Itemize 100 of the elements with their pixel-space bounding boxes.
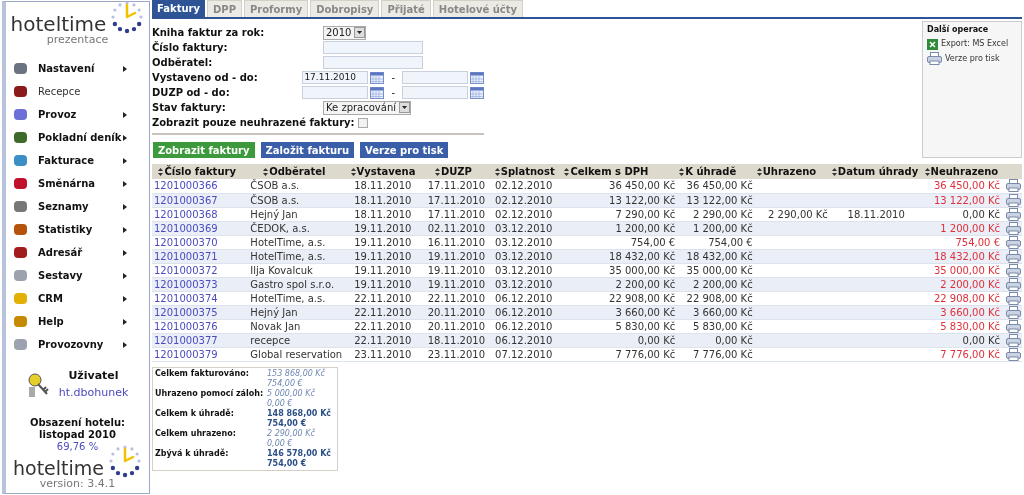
menu-item[interactable]: Help bbox=[6, 310, 149, 333]
sort-icon[interactable] bbox=[350, 168, 356, 176]
column-header[interactable]: Splatnost bbox=[487, 164, 563, 179]
invoice-link[interactable]: 1201000370 bbox=[154, 236, 218, 248]
invoice-link[interactable]: 1201000369 bbox=[154, 222, 218, 234]
sort-icon[interactable] bbox=[831, 168, 837, 176]
table-cell: Hejný Jan bbox=[250, 208, 298, 220]
printer-icon[interactable] bbox=[1006, 179, 1021, 193]
sort-icon[interactable] bbox=[434, 168, 440, 176]
column-header[interactable]: Číslo faktury bbox=[152, 164, 243, 179]
printer-icon[interactable] bbox=[1006, 193, 1021, 207]
invoice-link[interactable]: 1201000367 bbox=[154, 194, 218, 206]
menu-item[interactable]: Nastavení bbox=[6, 57, 149, 80]
table-cell: 13 122,00 Kč bbox=[686, 194, 753, 206]
printer-icon[interactable] bbox=[1006, 207, 1021, 221]
invoice-link[interactable]: 1201000371 bbox=[154, 250, 218, 262]
sort-icon[interactable] bbox=[263, 168, 269, 176]
table-cell: 1 200,00 Kč bbox=[940, 222, 1000, 234]
menu-item[interactable]: Statistiky bbox=[6, 218, 149, 241]
action-button[interactable]: Verze pro tisk bbox=[360, 142, 449, 158]
table-cell: 2 200,00 Kč bbox=[940, 278, 1000, 290]
text-field[interactable] bbox=[323, 56, 423, 69]
date-field[interactable] bbox=[402, 86, 468, 99]
submenu-arrow-icon bbox=[123, 157, 127, 164]
calendar-icon[interactable] bbox=[370, 86, 385, 99]
column-header[interactable]: Datum úhrady bbox=[829, 164, 923, 179]
column-header[interactable]: DUZP bbox=[419, 164, 487, 179]
calendar-icon[interactable] bbox=[370, 71, 385, 84]
column-header[interactable]: Vystavena bbox=[346, 164, 420, 179]
field-label: Odběratel: bbox=[152, 56, 214, 70]
menu-item[interactable]: CRM bbox=[6, 287, 149, 310]
tab[interactable]: Faktury bbox=[152, 0, 205, 17]
invoice-link[interactable]: 1201000377 bbox=[154, 334, 218, 346]
date-field[interactable] bbox=[402, 71, 468, 84]
column-header[interactable]: Celkem s DPH bbox=[562, 164, 678, 179]
sort-icon[interactable] bbox=[924, 168, 930, 176]
printer-icon[interactable] bbox=[927, 52, 942, 65]
printer-icon[interactable] bbox=[1006, 221, 1021, 235]
select-field[interactable]: 2010 bbox=[323, 25, 367, 40]
menu-item[interactable]: Adresář bbox=[6, 241, 149, 264]
menu-item[interactable]: Fakturace bbox=[6, 149, 149, 172]
menu-item[interactable]: Provoz bbox=[6, 103, 149, 126]
printer-icon[interactable] bbox=[1006, 291, 1021, 305]
logo-subtitle: prezentace bbox=[46, 34, 109, 45]
checkbox[interactable] bbox=[357, 117, 368, 128]
column-header[interactable]: Uhrazeno bbox=[754, 164, 830, 179]
operation-link[interactable]: Export: MS Excel bbox=[927, 38, 1017, 50]
table-cell: ČEDOK, a.s. bbox=[250, 222, 310, 234]
column-header[interactable]: Odběratel bbox=[242, 164, 347, 179]
column-header[interactable]: Neuhrazeno bbox=[922, 164, 1002, 179]
calendar-icon[interactable] bbox=[470, 86, 484, 99]
action-button[interactable]: Zobrazit faktury bbox=[153, 142, 255, 158]
menu-item[interactable]: Směnárna bbox=[6, 172, 149, 195]
user-name[interactable]: ht.dbohunek bbox=[58, 384, 129, 401]
sort-icon[interactable] bbox=[564, 168, 570, 176]
invoice-link[interactable]: 1201000373 bbox=[154, 278, 218, 290]
field-label: Vystaveno od - do: bbox=[152, 71, 259, 85]
date-field[interactable] bbox=[302, 86, 369, 99]
menu-item[interactable]: Sestavy bbox=[6, 264, 149, 287]
table-cell: 7 776,00 Kč bbox=[692, 348, 753, 360]
invoice-link[interactable]: 1201000376 bbox=[154, 320, 218, 332]
menu-item[interactable]: Provozovny bbox=[6, 333, 149, 356]
printer-icon[interactable] bbox=[1006, 263, 1021, 277]
invoice-link[interactable]: 1201000366 bbox=[154, 180, 218, 192]
text-field[interactable] bbox=[323, 41, 423, 54]
table-cell: 35 000,00 Kč bbox=[686, 264, 753, 276]
calendar-icon[interactable] bbox=[470, 71, 484, 84]
date-field[interactable]: 17.11.2010 bbox=[302, 71, 369, 84]
column-header[interactable]: K úhradě bbox=[677, 164, 755, 179]
printer-icon[interactable] bbox=[1006, 347, 1021, 361]
table-cell: 2 290,00 Kč bbox=[768, 208, 828, 220]
sort-icon[interactable] bbox=[756, 168, 762, 176]
menu-item[interactable]: Pokladní deník bbox=[6, 126, 149, 149]
summary-label: Zbývá k úhradě: bbox=[155, 448, 230, 460]
panel-title: Další operace bbox=[927, 24, 990, 36]
select-field[interactable]: Ke zpracování bbox=[323, 100, 411, 115]
range-separator: - bbox=[391, 71, 395, 85]
menu-item[interactable]: Recepce bbox=[6, 80, 149, 103]
operation-link[interactable]: Verze pro tisk bbox=[927, 52, 1017, 65]
printer-icon[interactable] bbox=[1006, 305, 1021, 319]
printer-icon[interactable] bbox=[1006, 319, 1021, 333]
submenu-arrow-icon bbox=[123, 180, 127, 187]
sort-icon[interactable] bbox=[679, 168, 685, 176]
invoice-link[interactable]: 1201000374 bbox=[154, 292, 218, 304]
invoice-link[interactable]: 1201000368 bbox=[154, 208, 218, 220]
table-cell: 03.12.2010 bbox=[495, 278, 553, 290]
table-cell: 0,00 Kč bbox=[962, 208, 1000, 220]
action-button[interactable]: Založit fakturu bbox=[260, 142, 355, 158]
sort-icon[interactable] bbox=[494, 168, 500, 176]
sort-icon[interactable] bbox=[158, 168, 164, 176]
printer-icon[interactable] bbox=[1006, 277, 1021, 291]
printer-icon[interactable] bbox=[1006, 249, 1021, 263]
invoice-link[interactable]: 1201000375 bbox=[154, 306, 218, 318]
printer-icon[interactable] bbox=[1006, 333, 1021, 347]
invoice-link[interactable]: 1201000372 bbox=[154, 264, 218, 276]
invoice-link[interactable]: 1201000379 bbox=[154, 348, 218, 360]
menu-icon bbox=[14, 270, 27, 281]
printer-icon[interactable] bbox=[1006, 235, 1021, 249]
menu-item[interactable]: Seznamy bbox=[6, 195, 149, 218]
table-cell: 19.11.2010 bbox=[427, 278, 485, 290]
